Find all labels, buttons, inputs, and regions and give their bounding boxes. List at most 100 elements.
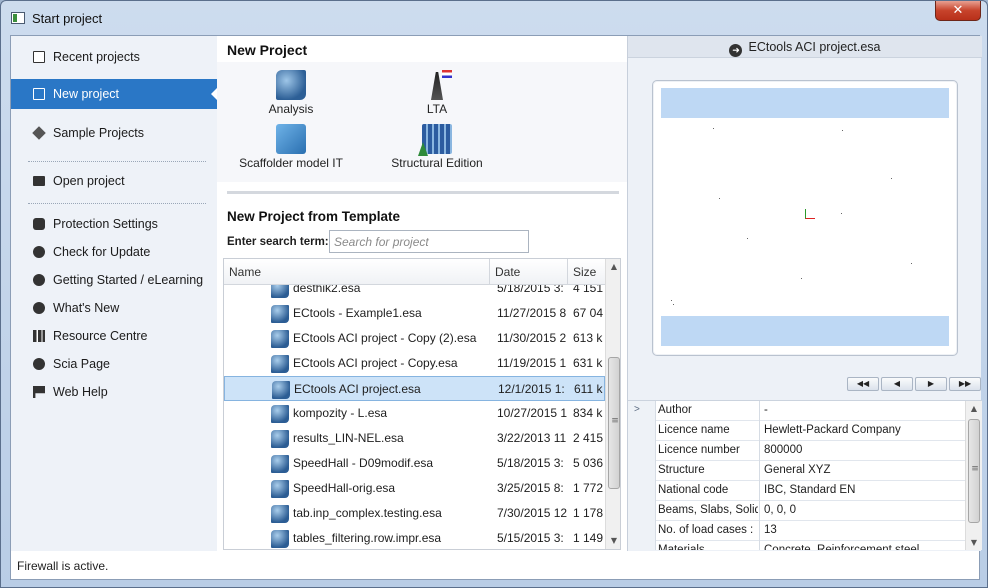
column-header-name[interactable]: Name — [224, 259, 490, 285]
scroll-thumb[interactable]: ≡ — [968, 419, 980, 523]
scroll-down-icon[interactable]: ▼ — [606, 533, 620, 549]
table-row[interactable]: results_LIN-NEL.esa 3/22/2013 11 2 415 — [224, 426, 605, 451]
sidebar-item-label: Check for Update — [53, 245, 151, 259]
tile-label: Analysis — [268, 102, 314, 116]
start-project-window: Start project ✕ Recent projects New proj… — [0, 0, 988, 588]
sidebar-item-recent-projects[interactable]: Recent projects — [11, 42, 217, 72]
sidebar-divider — [28, 203, 206, 204]
previous-button[interactable]: ◀ — [881, 377, 913, 391]
sidebar-item-scia-page[interactable]: Scia Page — [11, 349, 217, 379]
axis-icon — [805, 209, 815, 219]
row-name: SpeedHall - D09modif.esa — [293, 456, 434, 470]
row-name: kompozity - L.esa — [293, 406, 388, 420]
sidebar-item-getting-started[interactable]: Getting Started / eLearning — [11, 265, 217, 295]
section-divider — [227, 191, 619, 194]
sidebar-item-sample-projects[interactable]: Sample Projects — [11, 118, 217, 148]
tile-analysis[interactable]: Analysis — [259, 70, 323, 116]
next-button[interactable]: ▶ — [915, 377, 947, 391]
property-key: Licence number — [658, 444, 740, 456]
property-value: Hewlett-Packard Company — [759, 421, 965, 441]
property-key: Materials — [658, 544, 705, 550]
sidebar-item-whats-new[interactable]: What's New — [11, 293, 217, 323]
preview-band — [661, 316, 949, 346]
tile-lta[interactable]: LTA — [415, 70, 459, 116]
property-row: No. of load cases : 13 — [628, 521, 965, 541]
row-date: 7/30/2015 12 — [497, 506, 568, 520]
sidebar-item-web-help[interactable]: Web Help — [11, 377, 217, 407]
property-value: 0, 0, 0 — [759, 501, 965, 521]
close-button[interactable]: ✕ — [935, 1, 981, 21]
property-key: National code — [658, 484, 729, 496]
table-row-selected[interactable]: ECtools ACI project.esa 12/1/2015 1: 611 k — [224, 376, 605, 401]
building-icon — [422, 124, 452, 154]
sidebar-item-protection-settings[interactable]: Protection Settings — [11, 209, 217, 239]
row-name: SpeedHall-orig.esa — [293, 481, 396, 495]
table-row[interactable]: SpeedHall - D09modif.esa 5/18/2015 3: 5 03… — [224, 451, 605, 476]
esa-file-icon — [271, 455, 289, 473]
column-header-size[interactable]: Size — [568, 259, 605, 285]
last-button[interactable]: ▶▶ — [949, 377, 981, 391]
search-input[interactable] — [329, 230, 529, 253]
esa-file-icon — [271, 530, 289, 548]
preview-navigation: ◀◀ ◀ ▶ ▶▶ — [847, 377, 981, 391]
table-row[interactable]: ECtools ACI project - Copy (2).esa 11/30/… — [224, 326, 605, 351]
table-row[interactable]: desthik2.esa 5/18/2015 3: 4 151 — [224, 285, 605, 301]
properties-scrollbar[interactable]: ▲ ≡ ▼ — [965, 401, 982, 550]
row-date: 3/22/2013 11 — [497, 431, 567, 445]
sidebar-item-label: Scia Page — [53, 357, 110, 371]
sidebar-item-check-for-update[interactable]: Check for Update — [11, 237, 217, 267]
row-gutter[interactable] — [628, 441, 656, 461]
row-gutter[interactable] — [628, 481, 656, 501]
row-size: 1 178 — [573, 506, 604, 520]
sidebar-divider — [28, 161, 206, 162]
sidebar-item-label: What's New — [53, 301, 120, 315]
property-row: > Author - — [628, 401, 965, 421]
sidebar-item-label: Getting Started / eLearning — [53, 273, 204, 287]
table-row[interactable]: ECtools - Example1.esa 11/27/2015 8 67 04 — [224, 301, 605, 326]
row-size: 613 k — [573, 331, 603, 345]
sidebar-item-label: Sample Projects — [53, 126, 145, 140]
row-gutter[interactable]: > — [628, 401, 656, 421]
sidebar-item-new-project[interactable]: New project — [11, 79, 217, 109]
tile-scaffolder[interactable]: Scaffolder model IT — [235, 124, 347, 170]
column-header-date[interactable]: Date — [490, 259, 568, 285]
row-date: 5/18/2015 3: — [497, 285, 564, 295]
row-gutter[interactable] — [628, 541, 656, 550]
tile-structural-edition[interactable]: Structural Edition — [387, 124, 487, 170]
row-gutter[interactable] — [628, 421, 656, 441]
property-row: Materials Concrete, Reinforcement steel — [628, 541, 965, 550]
model-node — [713, 128, 714, 129]
table-scrollbar[interactable]: ▲ ≡ ▼ — [605, 259, 620, 549]
row-gutter[interactable] — [628, 461, 656, 481]
table-row[interactable]: tab.inp_complex.testing.esa 7/30/2015 12 1… — [224, 501, 605, 526]
sidebar-item-resource-centre[interactable]: Resource Centre — [11, 321, 217, 351]
model-node — [842, 130, 843, 131]
row-name: ECtools ACI project - Copy.esa — [293, 356, 458, 370]
scroll-down-icon[interactable]: ▼ — [966, 535, 982, 550]
row-size: 631 k — [573, 356, 603, 370]
model-preview-image — [661, 88, 949, 346]
property-value: General XYZ — [759, 461, 965, 481]
template-title: New Project from Template — [227, 209, 401, 224]
table-row[interactable]: SpeedHall-orig.esa 3/25/2015 8: 1 772 — [224, 476, 605, 501]
table-header: Name Date Size — [224, 259, 605, 285]
row-date: 11/30/2015 2 — [497, 331, 567, 345]
model-node — [747, 238, 748, 239]
model-node — [673, 304, 674, 305]
sidebar-item-label: Web Help — [53, 385, 108, 399]
first-button[interactable]: ◀◀ — [847, 377, 879, 391]
scroll-up-icon[interactable]: ▲ — [606, 259, 620, 275]
row-name: tab.inp_complex.testing.esa — [293, 506, 442, 520]
row-date: 11/19/2015 1 — [497, 356, 567, 370]
table-row[interactable]: ECtools ACI project - Copy.esa 11/19/2015… — [224, 351, 605, 376]
table-row[interactable]: tables_filtering.row.impr.esa 5/15/2015 3… — [224, 526, 605, 549]
table-row[interactable]: kompozity - L.esa 10/27/2015 1 834 k — [224, 401, 605, 426]
expand-icon[interactable]: > — [634, 404, 640, 415]
sidebar-item-open-project[interactable]: Open project — [11, 166, 217, 196]
row-gutter[interactable] — [628, 521, 656, 541]
model-node — [841, 213, 842, 214]
row-gutter[interactable] — [628, 501, 656, 521]
row-date: 11/27/2015 8 — [497, 306, 567, 320]
scroll-thumb[interactable]: ≡ — [608, 357, 620, 489]
scroll-up-icon[interactable]: ▲ — [966, 401, 982, 417]
